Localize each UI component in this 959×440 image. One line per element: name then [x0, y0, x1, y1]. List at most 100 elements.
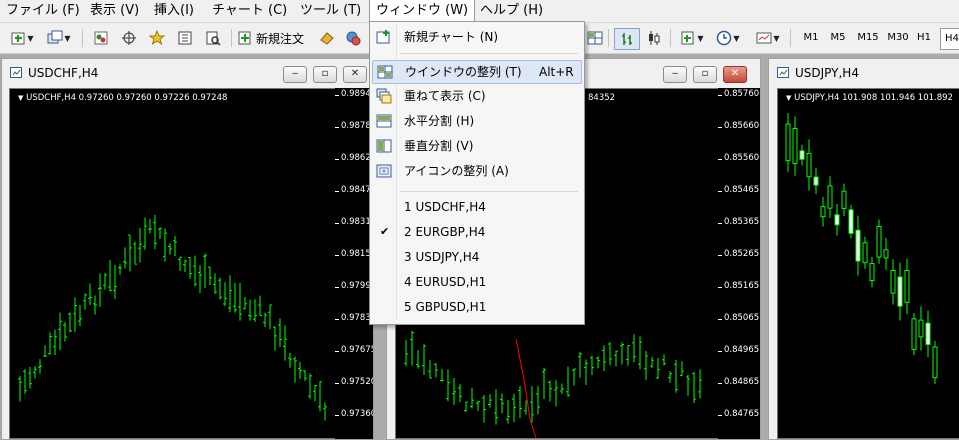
periods-button[interactable]: ▼	[712, 28, 744, 48]
crosshair-icon	[122, 31, 136, 45]
menu-item-label: 1 USDCHF,H4	[404, 200, 486, 214]
timeframe-m5[interactable]: M5	[826, 28, 850, 48]
candle-body	[813, 176, 819, 186]
toolbar-separator	[82, 29, 83, 47]
menu-item-shortcut: Alt+R	[539, 65, 574, 79]
menu-item-label: 垂直分割 (V)	[404, 139, 474, 153]
price-tick	[718, 383, 722, 384]
price-candles	[785, 112, 938, 384]
chart-window-icon	[10, 67, 22, 78]
menu-item-tile-horizontal[interactable]: 水平分割 (H)	[372, 110, 580, 132]
price-tick	[718, 95, 722, 96]
candle-body	[897, 276, 903, 307]
menu-item-window-4[interactable]: 4 EURUSD,H1	[372, 271, 580, 293]
maximize-button[interactable]: ▫	[693, 66, 717, 83]
candle-body	[792, 128, 798, 165]
menu-item-label: 3 USDJPY,H4	[404, 250, 480, 264]
candle-body	[911, 318, 917, 350]
data-window-button[interactable]	[118, 28, 140, 48]
window-title: USDJPY,H4	[795, 66, 859, 80]
meta-editor-button[interactable]	[316, 28, 338, 48]
price-tick	[718, 127, 722, 128]
price-tick	[718, 351, 722, 352]
menu-item-cascade[interactable]: 重ねて表示 (C)	[372, 85, 580, 107]
candle-body	[806, 152, 812, 178]
candle-body	[827, 185, 833, 209]
moving-average-line	[515, 338, 537, 438]
tile-vertical-icon	[376, 139, 392, 153]
chart-plot-area[interactable]: ▼ USDCHF,H4 0.97260 0.97260 0.97226 0.97…	[9, 88, 336, 439]
indicators-icon	[681, 31, 694, 45]
menu-item-label: 5 GBPUSD,H1	[404, 300, 487, 314]
toolbar-separator	[670, 29, 671, 47]
new-order-label: 新規注文	[256, 31, 305, 46]
price-tick	[335, 159, 339, 160]
candlestick-button[interactable]	[642, 28, 666, 48]
tile-windows-icon	[377, 65, 393, 79]
price-tick	[718, 319, 722, 320]
menu-item-label: 水平分割 (H)	[404, 114, 475, 128]
new-order-button[interactable]: 新規注文	[237, 28, 311, 48]
profiles-button[interactable]: ▼	[44, 28, 74, 48]
menu-item-label: 2 EURGBP,H4	[404, 225, 486, 239]
tile-button[interactable]	[584, 28, 606, 48]
menu-chart[interactable]: チャート (C)	[206, 0, 293, 22]
candle-body	[904, 269, 910, 303]
chart-plot-area[interactable]: ▼ USDJPY,H4 101.908 101.946 101.892	[777, 88, 959, 439]
candle-body	[883, 249, 889, 259]
menu-item-arrange-icons[interactable]: アイコンの整列 (A)	[372, 160, 580, 182]
price-scale: 0.98945 0.98785 0.98625 0.98470 0.98310 0.981…	[335, 88, 373, 439]
timeframe-m30[interactable]: M30	[884, 28, 912, 48]
new-chart-button[interactable]: ▼	[6, 28, 38, 48]
strategy-tester-button[interactable]	[202, 28, 224, 48]
price-tick	[335, 255, 339, 256]
close-button[interactable]: ✕	[723, 66, 747, 83]
minimize-button[interactable]: ‒	[283, 66, 307, 83]
cascade-icon	[376, 88, 392, 104]
timeframe-m15[interactable]: M15	[854, 28, 882, 48]
auto-trading-button[interactable]	[342, 28, 364, 48]
navigator-button[interactable]	[146, 28, 168, 48]
candle-body	[876, 225, 882, 258]
menu-item-window-2[interactable]: ✔ 2 EURGBP,H4	[372, 221, 580, 243]
bar-chart-button[interactable]	[614, 28, 640, 50]
price-label: 0.84765	[724, 409, 760, 419]
indicators-button[interactable]: ▼	[676, 28, 708, 48]
window-titlebar[interactable]: USDCHF,H4 ‒ ▫ ✕	[2, 59, 373, 87]
template-icon	[756, 32, 772, 44]
menu-file[interactable]: ファイル (F)	[0, 0, 86, 22]
menu-item-window-3[interactable]: 3 USDJPY,H4	[372, 246, 580, 268]
menu-tools[interactable]: ツール (T)	[294, 0, 367, 22]
price-tick	[335, 383, 339, 384]
menu-item-tile-vertical[interactable]: 垂直分割 (V)	[372, 135, 580, 157]
market-watch-button[interactable]	[90, 28, 112, 48]
menu-item-label: 重ねて表示 (C)	[404, 89, 486, 103]
menu-view[interactable]: 表示 (V)	[84, 0, 145, 22]
menu-item-tile-windows[interactable]: ウインドウの整列 (T) Alt+R	[372, 60, 582, 84]
candle-body	[855, 229, 861, 262]
menu-bar: ファイル (F) 表示 (V) 挿入(I) チャート (C) ツール (T) ウ…	[0, 0, 959, 23]
window-titlebar[interactable]: USDJPY,H4	[769, 59, 959, 87]
toolbar-separator	[790, 29, 791, 47]
maximize-button[interactable]: ▫	[313, 66, 337, 83]
menu-help[interactable]: ヘルプ (H)	[474, 0, 549, 22]
menu-item-new-chart[interactable]: 新規チャート (N)	[372, 26, 580, 48]
chart-window-icon	[777, 67, 789, 78]
price-label: 0.85065	[724, 313, 760, 323]
chart-window-usdjpy[interactable]: USDJPY,H4 ▼ USDJPY,H4 101.908 101.946 10…	[768, 58, 959, 440]
terminal-button[interactable]	[174, 28, 196, 48]
menu-insert[interactable]: 挿入(I)	[148, 0, 200, 22]
menu-item-window-1[interactable]: 1 USDCHF,H4	[372, 196, 580, 218]
menu-window[interactable]: ウィンドウ (W)	[369, 0, 476, 22]
candle-body	[925, 322, 931, 345]
menu-item-window-5[interactable]: 5 GBPUSD,H1	[372, 296, 580, 318]
timeframe-h1[interactable]: H1	[914, 28, 934, 48]
chart-window-usdchf[interactable]: USDCHF,H4 ‒ ▫ ✕ ▼ USDCHF,H4 0.97260 0.97…	[1, 58, 374, 440]
close-button[interactable]: ✕	[343, 66, 367, 83]
timeframe-m1[interactable]: M1	[800, 28, 822, 48]
candle-body	[869, 263, 875, 282]
templates-button[interactable]: ▼	[752, 28, 784, 48]
minimize-button[interactable]: ‒	[663, 66, 687, 83]
checkmark-icon: ✔	[380, 225, 390, 238]
timeframe-h4[interactable]: H4	[940, 28, 959, 50]
